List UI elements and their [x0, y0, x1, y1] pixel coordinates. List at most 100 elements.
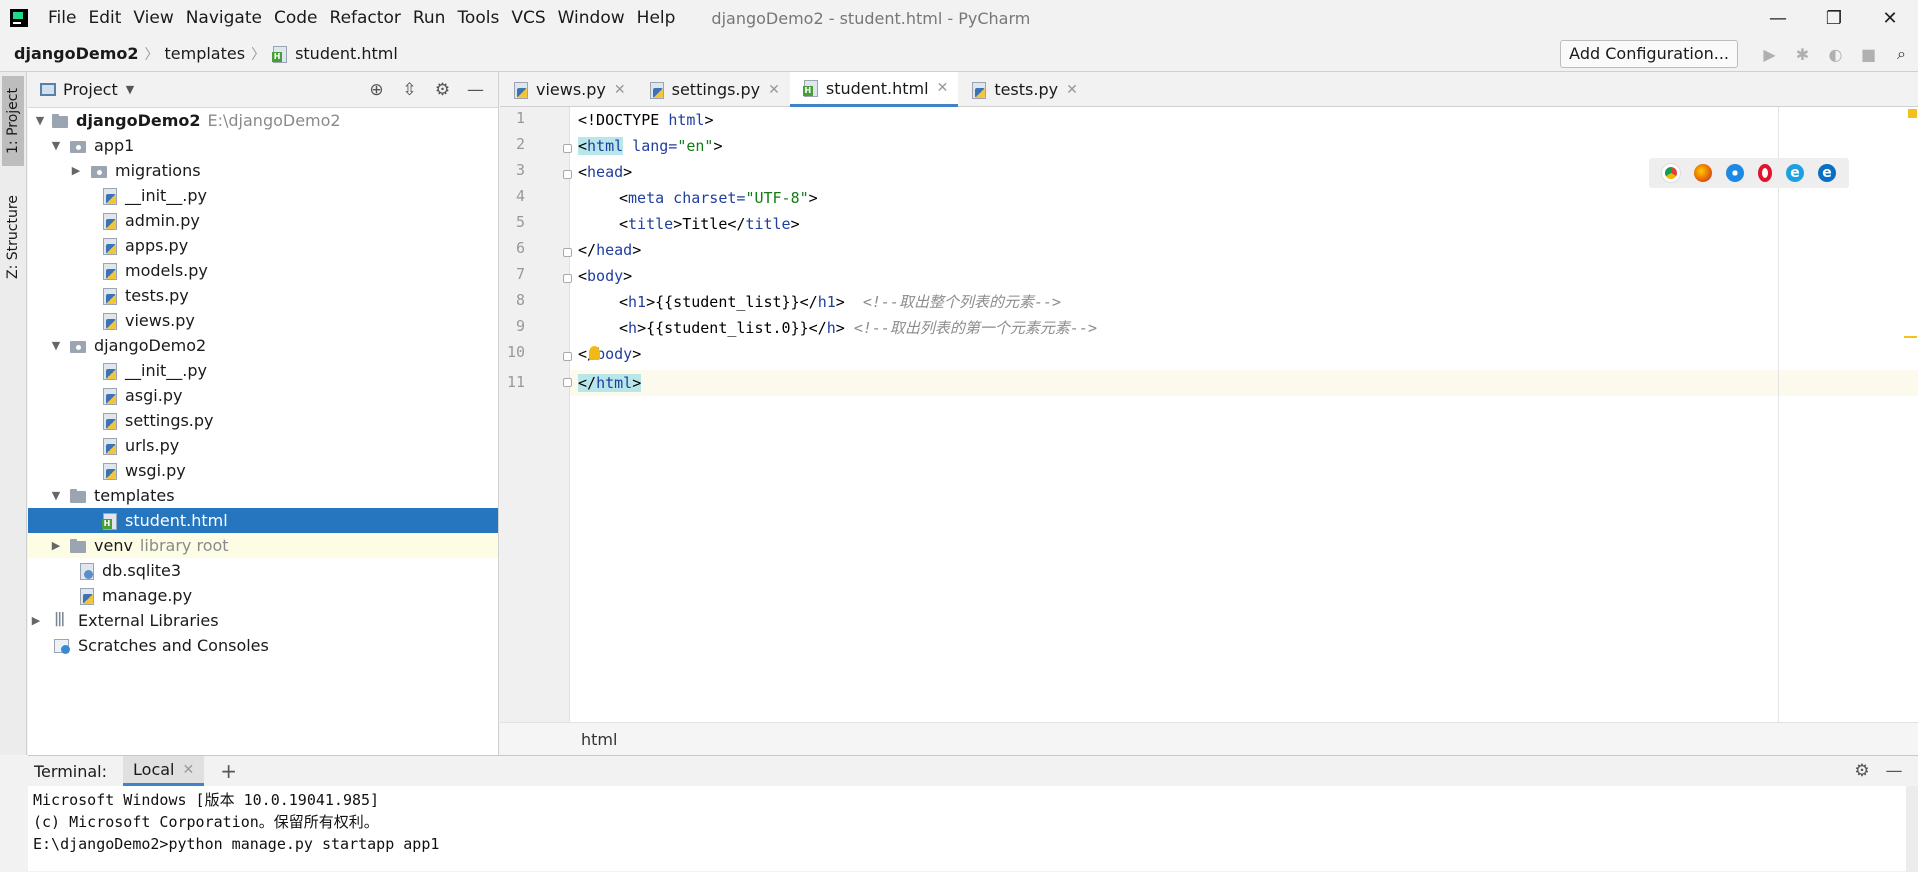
tree-item-file[interactable]: __init__.py: [28, 358, 498, 383]
tree-item-file[interactable]: settings.py: [28, 408, 498, 433]
tree-item-file[interactable]: admin.py: [28, 208, 498, 233]
menu-navigate[interactable]: Navigate: [180, 0, 268, 36]
collapse-all-icon[interactable]: ⇳: [393, 80, 426, 100]
fold-marker-icon[interactable]: [563, 170, 572, 179]
tree-item-templates[interactable]: ▼ templates: [28, 483, 498, 508]
opera-icon[interactable]: [1758, 164, 1772, 182]
fold-marker-icon[interactable]: [563, 248, 572, 257]
close-window-button[interactable]: ✕: [1862, 0, 1918, 36]
chevron-down-icon[interactable]: ▼: [126, 83, 134, 96]
search-icon[interactable]: ⌕: [1885, 44, 1918, 64]
add-terminal-icon[interactable]: +: [220, 759, 237, 783]
code-editor[interactable]: 1 2 3 4 5 6 7 8 9 10 11 <!DOCTYPE html> …: [500, 107, 1918, 722]
breadcrumb-project[interactable]: djangoDemo2: [14, 44, 139, 63]
editor-breadcrumb-html[interactable]: html: [581, 730, 617, 749]
locate-icon[interactable]: ⊕: [360, 80, 393, 100]
restore-button[interactable]: ❐: [1806, 0, 1862, 36]
code-token: charset=: [664, 189, 746, 207]
menu-view[interactable]: View: [127, 0, 179, 36]
intention-bulb-icon[interactable]: [589, 346, 600, 360]
terminal-output-line[interactable]: E:\djangoDemo2>python manage.py startapp…: [33, 833, 439, 855]
terminal-tab-local[interactable]: Local ✕: [123, 756, 205, 786]
breadcrumb-folder[interactable]: templates: [165, 44, 246, 63]
tree-item-djangodemo2-package[interactable]: ▼ djangoDemo2: [28, 333, 498, 358]
menu-window[interactable]: Window: [552, 0, 631, 36]
tab-tests-py[interactable]: tests.py ✕: [958, 72, 1088, 107]
stop-icon[interactable]: ■: [1852, 45, 1885, 64]
tree-item-file[interactable]: __init__.py: [28, 183, 498, 208]
close-icon[interactable]: ✕: [182, 762, 194, 778]
menu-vcs[interactable]: VCS: [505, 0, 551, 36]
menu-edit[interactable]: Edit: [82, 0, 127, 36]
breadcrumb-file[interactable]: student.html: [295, 44, 398, 63]
hide-icon[interactable]: —: [1878, 761, 1910, 781]
tree-item-venv[interactable]: ▶ venv library root: [28, 533, 498, 558]
tree-item-file[interactable]: tests.py: [28, 283, 498, 308]
tree-item-file[interactable]: manage.py: [28, 583, 498, 608]
safari-icon[interactable]: [1726, 164, 1744, 182]
warning-marker[interactable]: [1908, 109, 1917, 118]
structure-tool-tab[interactable]: Z: Structure: [2, 182, 24, 292]
menu-code[interactable]: Code: [268, 0, 324, 36]
tree-item-student-html[interactable]: student.html: [28, 508, 498, 533]
ie-icon[interactable]: e: [1786, 164, 1804, 182]
fold-marker-icon[interactable]: [563, 378, 572, 387]
tree-item-file[interactable]: asgi.py: [28, 383, 498, 408]
firefox-icon[interactable]: [1694, 164, 1712, 182]
tree-item-file[interactable]: wsgi.py: [28, 458, 498, 483]
collapse-arrow-icon[interactable]: ▶: [70, 164, 82, 177]
menu-file[interactable]: File: [42, 0, 82, 36]
code-token: <: [578, 137, 588, 155]
run-icon[interactable]: ▶: [1753, 45, 1786, 64]
collapse-arrow-icon[interactable]: ▶: [30, 614, 42, 627]
code-token: title: [745, 215, 791, 233]
chrome-icon[interactable]: [1661, 163, 1681, 183]
project-tool-tab[interactable]: 1: Project: [2, 76, 24, 166]
warning-stripe-marker[interactable]: [1904, 336, 1917, 338]
gear-icon[interactable]: ⚙: [426, 80, 459, 100]
tree-item-file[interactable]: apps.py: [28, 233, 498, 258]
tree-item-external-libraries[interactable]: ▶ External Libraries: [28, 608, 498, 633]
tree-item-scratches[interactable]: Scratches and Consoles: [28, 633, 498, 658]
hide-icon[interactable]: —: [459, 80, 492, 100]
tab-student-html[interactable]: student.html ✕: [789, 72, 959, 107]
tree-item-file[interactable]: views.py: [28, 308, 498, 333]
debug-icon[interactable]: ✱: [1786, 45, 1819, 64]
expand-arrow-icon[interactable]: ▼: [50, 489, 62, 502]
expand-arrow-icon[interactable]: ▼: [50, 139, 62, 152]
collapse-arrow-icon[interactable]: ▶: [50, 539, 62, 552]
add-configuration-button[interactable]: Add Configuration...: [1560, 40, 1738, 68]
tree-item-migrations[interactable]: ▶ migrations: [28, 158, 498, 183]
tree-item-file[interactable]: models.py: [28, 258, 498, 283]
terminal-scrollbar[interactable]: [1906, 786, 1918, 872]
menu-refactor[interactable]: Refactor: [324, 0, 407, 36]
gear-icon[interactable]: ⚙: [1846, 761, 1878, 781]
edge-icon[interactable]: e: [1818, 164, 1836, 182]
menu-tools[interactable]: Tools: [451, 0, 505, 36]
menu-run[interactable]: Run: [407, 0, 452, 36]
navigation-bar: djangoDemo2 〉 templates 〉 student.html A…: [0, 36, 1918, 72]
fold-marker-icon[interactable]: [563, 144, 572, 153]
close-icon[interactable]: ✕: [937, 80, 949, 96]
tab-settings-py[interactable]: settings.py ✕: [636, 72, 790, 107]
coverage-icon[interactable]: ◐: [1819, 45, 1852, 64]
expand-arrow-icon[interactable]: ▼: [34, 114, 46, 127]
expand-arrow-icon[interactable]: ▼: [50, 339, 62, 352]
close-icon[interactable]: ✕: [768, 82, 780, 98]
menu-help[interactable]: Help: [631, 0, 682, 36]
close-icon[interactable]: ✕: [614, 82, 626, 98]
code-token: html: [668, 111, 705, 129]
fold-marker-icon[interactable]: [563, 274, 572, 283]
close-icon[interactable]: ✕: [1066, 82, 1078, 98]
fold-marker-icon[interactable]: [563, 352, 572, 361]
tree-item-label: migrations: [115, 161, 201, 180]
tree-item-project-root[interactable]: ▼ djangoDemo2 E:\djangoDemo2: [28, 108, 498, 133]
right-margin-guide: [1778, 107, 1779, 722]
minimize-button[interactable]: —: [1750, 0, 1806, 36]
tab-views-py[interactable]: views.py ✕: [500, 72, 636, 107]
project-panel-title[interactable]: Project: [63, 80, 118, 99]
python-file-icon: [101, 462, 119, 480]
tree-item-app1[interactable]: ▼ app1: [28, 133, 498, 158]
tree-item-file[interactable]: urls.py: [28, 433, 498, 458]
tree-item-file[interactable]: db.sqlite3: [28, 558, 498, 583]
